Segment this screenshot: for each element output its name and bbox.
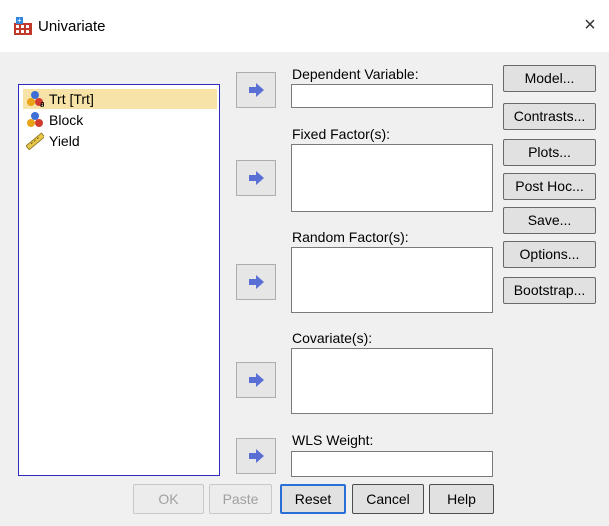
move-to-dependent-button[interactable] bbox=[236, 72, 276, 108]
variable-list[interactable]: a Trt [Trt] Block Yield bbox=[18, 84, 220, 476]
random-factors-label: Random Factor(s): bbox=[292, 229, 409, 245]
dependent-variable-label: Dependent Variable: bbox=[292, 66, 419, 82]
nominal-variable-icon bbox=[27, 112, 43, 127]
save-button[interactable]: Save... bbox=[503, 207, 596, 234]
random-factors-field[interactable] bbox=[291, 247, 493, 313]
list-item-yield[interactable]: Yield bbox=[23, 131, 217, 151]
univariate-app-icon: + bbox=[14, 16, 32, 35]
dependent-variable-field[interactable] bbox=[291, 84, 493, 108]
post-hoc-button[interactable]: Post Hoc... bbox=[503, 173, 596, 200]
list-item-trt[interactable]: a Trt [Trt] bbox=[23, 89, 217, 109]
cancel-button[interactable]: Cancel bbox=[352, 484, 424, 514]
fixed-factors-label: Fixed Factor(s): bbox=[292, 126, 391, 142]
covariates-field[interactable] bbox=[291, 348, 493, 414]
title-bar: + Univariate × bbox=[0, 0, 609, 52]
wls-weight-label: WLS Weight: bbox=[292, 432, 374, 448]
reset-button[interactable]: Reset bbox=[280, 484, 346, 514]
fixed-factors-field[interactable] bbox=[291, 144, 493, 212]
nominal-variable-icon: a bbox=[27, 91, 44, 108]
wls-weight-field[interactable] bbox=[291, 451, 493, 477]
ok-button[interactable]: OK bbox=[133, 484, 204, 514]
right-arrow-icon bbox=[249, 449, 264, 463]
right-arrow-icon bbox=[249, 373, 264, 387]
help-button[interactable]: Help bbox=[429, 484, 494, 514]
model-button[interactable]: Model... bbox=[503, 65, 596, 92]
scale-variable-icon bbox=[26, 132, 44, 150]
window-title: Univariate bbox=[38, 18, 106, 35]
close-icon[interactable]: × bbox=[580, 14, 600, 36]
paste-button[interactable]: Paste bbox=[209, 484, 272, 514]
svg-text:a: a bbox=[40, 99, 44, 108]
right-arrow-icon bbox=[249, 275, 264, 289]
contrasts-button[interactable]: Contrasts... bbox=[503, 103, 596, 130]
variable-label: Trt [Trt] bbox=[49, 91, 94, 107]
univariate-dialog: + Univariate × a Trt [Trt] Block Yield D… bbox=[0, 0, 609, 526]
options-button[interactable]: Options... bbox=[503, 241, 596, 268]
right-arrow-icon bbox=[249, 83, 264, 97]
move-to-wls-weight-button[interactable] bbox=[236, 438, 276, 474]
covariates-label: Covariate(s): bbox=[292, 330, 373, 346]
svg-text:+: + bbox=[17, 16, 22, 25]
variable-label: Yield bbox=[49, 133, 80, 149]
list-item-block[interactable]: Block bbox=[23, 110, 217, 130]
bootstrap-button[interactable]: Bootstrap... bbox=[503, 277, 596, 304]
right-arrow-icon bbox=[249, 171, 264, 185]
move-to-random-factor-button[interactable] bbox=[236, 264, 276, 300]
variable-label: Block bbox=[49, 112, 84, 128]
plots-button[interactable]: Plots... bbox=[503, 139, 596, 166]
move-to-fixed-factor-button[interactable] bbox=[236, 160, 276, 196]
move-to-covariate-button[interactable] bbox=[236, 362, 276, 398]
